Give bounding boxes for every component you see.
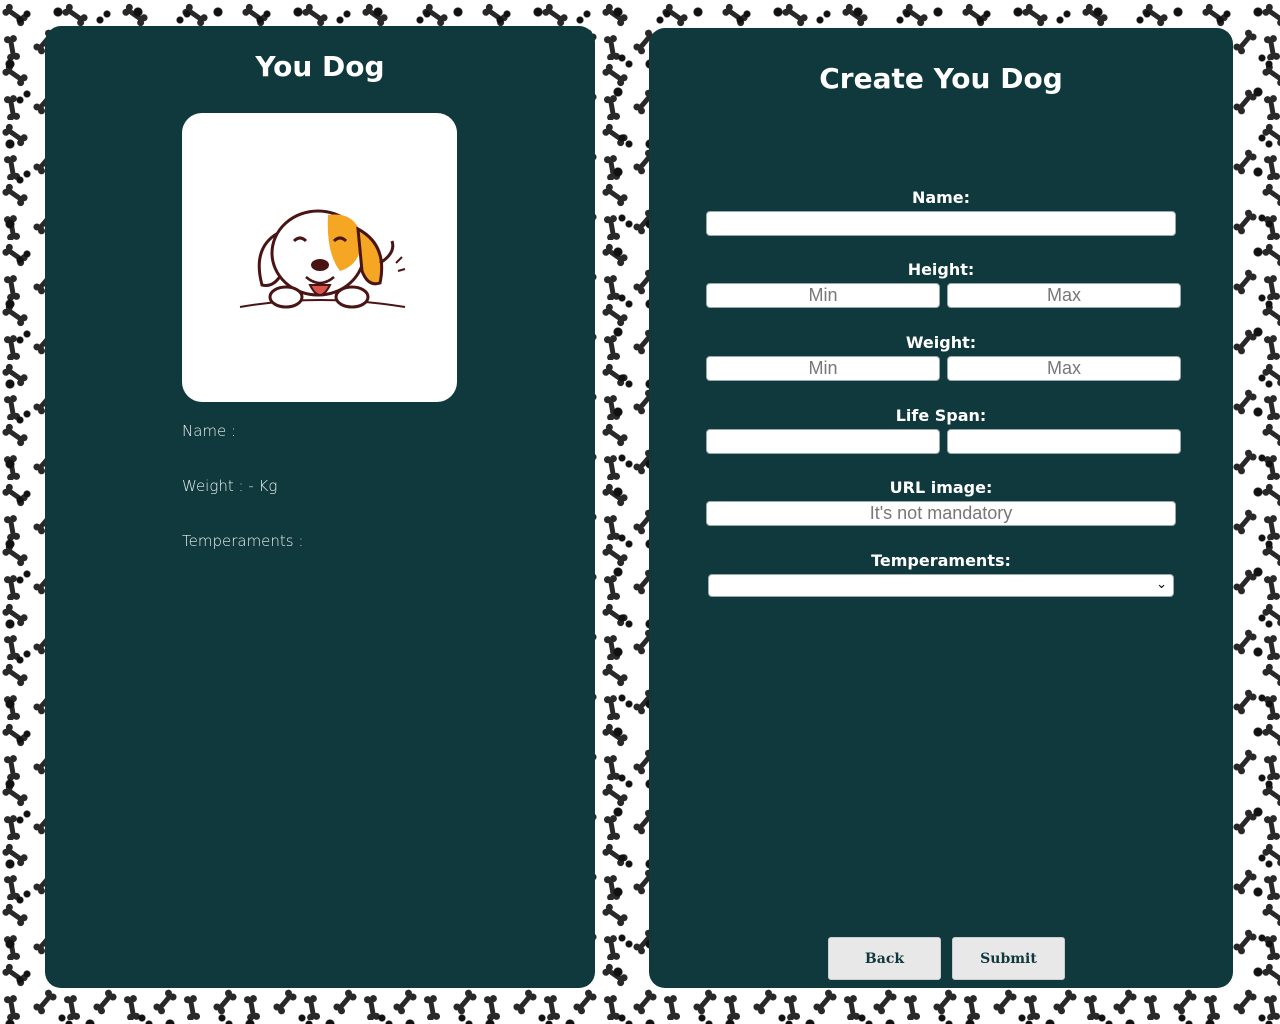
preview-temperaments-line: Temperaments : xyxy=(182,532,304,550)
temperaments-select[interactable]: ⌄ xyxy=(708,574,1174,597)
url-image-input[interactable] xyxy=(706,501,1176,526)
create-dog-form: Create You Dog Name: Height: Weight: Lif… xyxy=(649,28,1233,988)
name-label: Name: xyxy=(911,188,971,207)
life-span-label: Life Span: xyxy=(895,406,987,425)
height-max-input[interactable] xyxy=(947,283,1181,308)
form-title: Create You Dog xyxy=(819,62,1063,95)
dog-preview-card: You Dog Name: Weight: - Kg Temperament… xyxy=(45,26,595,988)
preview-title: You Dog xyxy=(255,50,385,83)
temperaments-label: Temperaments: xyxy=(871,551,1011,570)
weight-label: Weight: xyxy=(905,333,977,352)
preview-weight-line: Weight : - Kg xyxy=(182,477,278,495)
weight-min-input[interactable] xyxy=(706,356,940,381)
name-input[interactable] xyxy=(706,211,1176,236)
height-min-input[interactable] xyxy=(706,283,940,308)
submit-button[interactable]: Submit xyxy=(952,937,1065,980)
weight-max-input[interactable] xyxy=(947,356,1181,381)
life-span-max-input[interactable] xyxy=(947,429,1181,454)
dog-illustration xyxy=(239,209,405,308)
preview-name-line: Name : xyxy=(182,422,237,440)
dog-image-frame xyxy=(182,113,457,402)
back-button[interactable]: Back xyxy=(828,937,941,980)
height-label: Height: xyxy=(907,260,975,279)
life-span-min-input[interactable] xyxy=(706,429,940,454)
chevron-down-icon: ⌄ xyxy=(1156,577,1167,592)
url-image-label: URL image: xyxy=(889,478,993,497)
